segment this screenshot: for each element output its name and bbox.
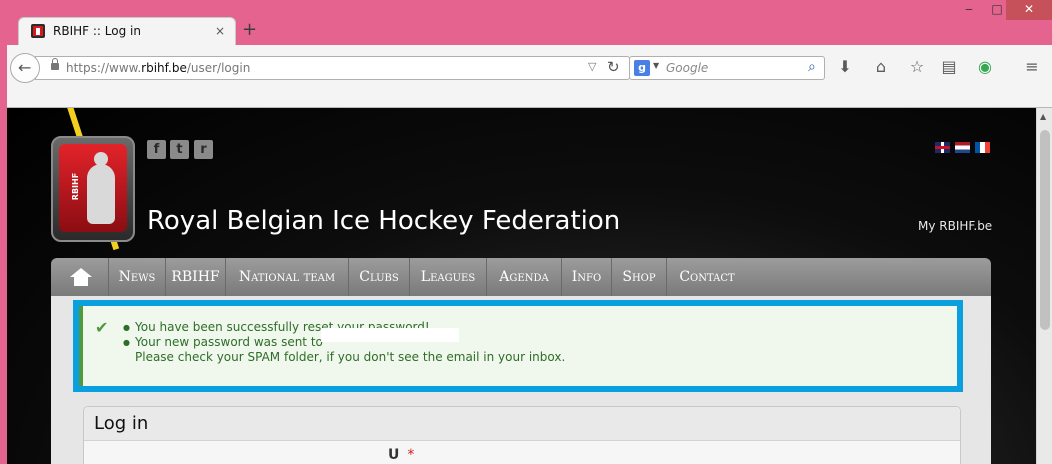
home-icon (70, 268, 92, 286)
menu-item-agenda[interactable]: Agenda (487, 258, 562, 296)
my-rbihf-link[interactable]: My RBIHF.be (918, 219, 992, 233)
back-icon: ← (18, 58, 32, 77)
search-engine-caret-icon[interactable]: ▼ (653, 61, 659, 70)
nl-flag-icon[interactable] (955, 142, 970, 153)
scroll-up-icon[interactable]: ▲ (1040, 112, 1046, 121)
reading-list-icon[interactable]: ▤ (938, 56, 960, 78)
login-title: Log in (94, 413, 149, 434)
tab-close-icon[interactable]: × (215, 24, 225, 38)
search-bar[interactable]: g ▼ Google ⌕ (629, 56, 825, 80)
alert-line-spam: Please check your SPAM folder, if you do… (135, 350, 566, 364)
menu-item-rbihf[interactable]: RBIHF (166, 258, 226, 296)
content-area: ✔ ● You have been successfully reset you… (51, 296, 991, 464)
required-mark: * (407, 447, 415, 463)
extension-icon[interactable]: ◉ (974, 56, 996, 78)
search-engine-icon[interactable]: g (634, 60, 650, 76)
bookmark-star-icon[interactable]: ☆ (906, 56, 928, 78)
menu-item-national-team[interactable]: National team (226, 258, 349, 296)
rbihf-logo[interactable]: RBIHF (51, 136, 135, 242)
success-message: ✔ ● You have been successfully reset you… (79, 306, 957, 386)
search-placeholder[interactable]: Google (666, 61, 708, 75)
magnifier-icon[interactable]: ⌕ (808, 59, 816, 75)
reload-icon[interactable]: ↻ (607, 58, 620, 76)
menu-home-button[interactable] (51, 258, 109, 296)
scroll-thumb[interactable] (1040, 130, 1050, 330)
alert-highlight-frame: ✔ ● You have been successfully reset you… (73, 300, 963, 392)
username-label: U * (388, 447, 415, 463)
login-panel: Log in U * (83, 406, 961, 464)
close-window-button[interactable]: ✕ (1006, 0, 1052, 20)
browser-titlebar: RBIHF :: Log in × + ‒ □ ✕ (0, 0, 1052, 45)
menu-item-leagues[interactable]: Leagues (410, 258, 487, 296)
address-bar[interactable]: https://www.rbihf.be/user/login ▽ ↻ (35, 56, 630, 80)
rss-icon[interactable]: r (194, 140, 213, 159)
url-text[interactable]: https://www.rbihf.be/user/login (66, 61, 250, 75)
site-title: Royal Belgian Ice Hockey Federation (147, 206, 621, 236)
twitter-icon[interactable]: t (170, 140, 189, 159)
alert-line-sent: Your new password was sent to (135, 335, 323, 349)
back-button[interactable]: ← (10, 53, 40, 83)
lock-icon (51, 58, 59, 70)
home-icon[interactable]: ⌂ (870, 56, 892, 78)
redacted-email (321, 328, 459, 342)
menu-item-shop[interactable]: Shop (612, 258, 667, 296)
menu-item-news[interactable]: News (109, 258, 166, 296)
dropdown-icon[interactable]: ▽ (588, 60, 596, 73)
browser-tab[interactable]: RBIHF :: Log in × (18, 17, 236, 45)
minimize-button[interactable]: ‒ (955, 0, 983, 20)
menu-item-contact[interactable]: Contact (667, 258, 747, 296)
browser-navbar: https://www.rbihf.be/user/login ▽ ↻ ← g … (7, 45, 1052, 108)
hamburger-menu-icon[interactable]: ≡ (1021, 56, 1043, 78)
uk-flag-icon[interactable] (935, 142, 950, 153)
favicon-icon (31, 24, 45, 38)
fr-flag-icon[interactable] (975, 142, 990, 153)
menu-item-clubs[interactable]: Clubs (349, 258, 410, 296)
checkmark-icon: ✔ (95, 318, 109, 337)
tab-title: RBIHF :: Log in (53, 24, 141, 38)
new-tab-button[interactable]: + (242, 21, 258, 39)
menu-item-info[interactable]: Info (562, 258, 612, 296)
download-icon[interactable]: ⬇ (834, 56, 856, 78)
hockey-player-icon (87, 152, 115, 224)
web-page: RBIHF f t r Royal Belgian Ice Hockey Fed… (7, 108, 1036, 464)
login-header: Log in (84, 407, 960, 441)
facebook-icon[interactable]: f (147, 140, 166, 159)
main-menu: News RBIHF National team Clubs Leagues A… (51, 258, 991, 296)
page-scrollbar[interactable]: ▲ (1036, 108, 1052, 464)
